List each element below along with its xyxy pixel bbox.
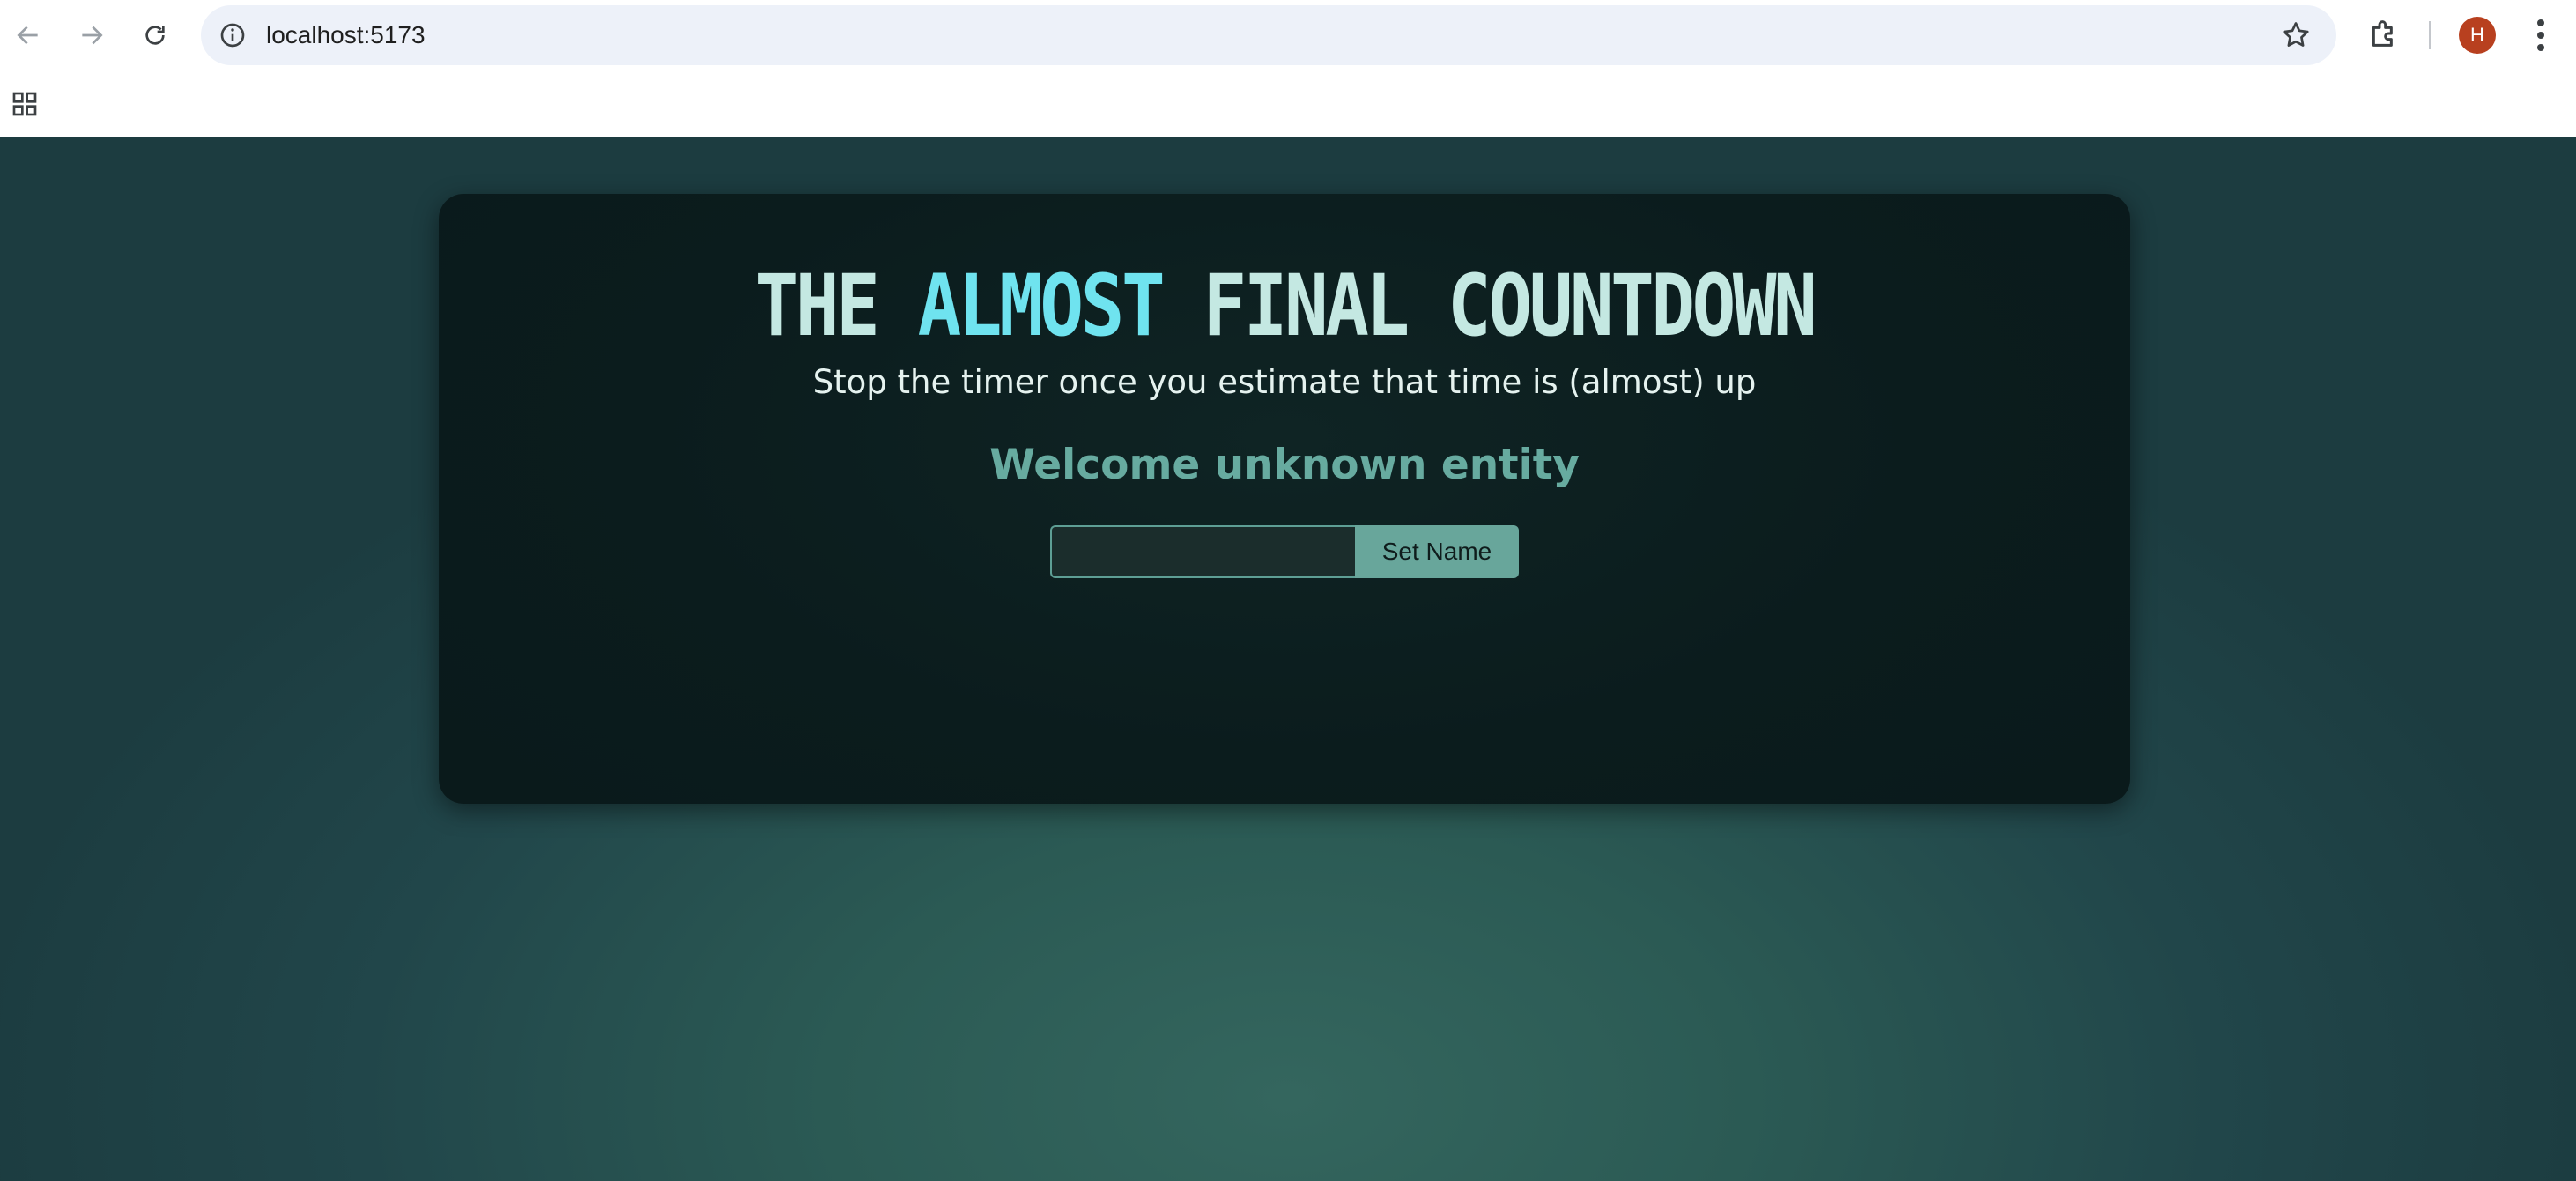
game-card: THE ALMOST FINAL COUNTDOWN Stop the time… — [439, 194, 2130, 804]
welcome-message: Welcome unknown entity — [989, 441, 1580, 489]
profile-avatar[interactable]: H — [2459, 17, 2496, 54]
reload-button[interactable] — [134, 14, 176, 56]
apps-icon[interactable] — [11, 90, 39, 118]
url-text[interactable]: localhost:5173 — [266, 5, 426, 65]
back-button[interactable] — [7, 14, 49, 56]
back-icon — [17, 26, 38, 45]
reload-icon — [145, 26, 165, 45]
address-bar[interactable]: localhost:5173 — [201, 5, 2336, 65]
bookmarks-bar — [0, 71, 2576, 137]
extensions-icon[interactable] — [2366, 16, 2402, 51]
star-icon[interactable] — [2280, 19, 2312, 51]
title-part-2: FINAL COUNTDOWN — [1162, 256, 1817, 355]
name-input[interactable] — [1050, 525, 1355, 578]
name-form: Set Name — [1050, 525, 1519, 578]
title-accent: ALMOST — [917, 256, 1166, 355]
forward-icon — [82, 26, 103, 45]
toolbar-divider — [2429, 21, 2431, 49]
browser-toolbar: localhost:5173 H — [0, 0, 2576, 71]
menu-icon[interactable] — [2527, 16, 2555, 55]
page-title: THE ALMOST FINAL COUNTDOWN — [557, 257, 2011, 354]
forward-button[interactable] — [70, 14, 113, 56]
page-viewport: THE ALMOST FINAL COUNTDOWN Stop the time… — [0, 137, 2576, 1181]
info-icon[interactable] — [218, 21, 247, 49]
subtitle: Stop the timer once you estimate that ti… — [812, 363, 1757, 401]
set-name-button[interactable]: Set Name — [1355, 525, 1519, 578]
title-part-1: THE — [754, 256, 918, 355]
